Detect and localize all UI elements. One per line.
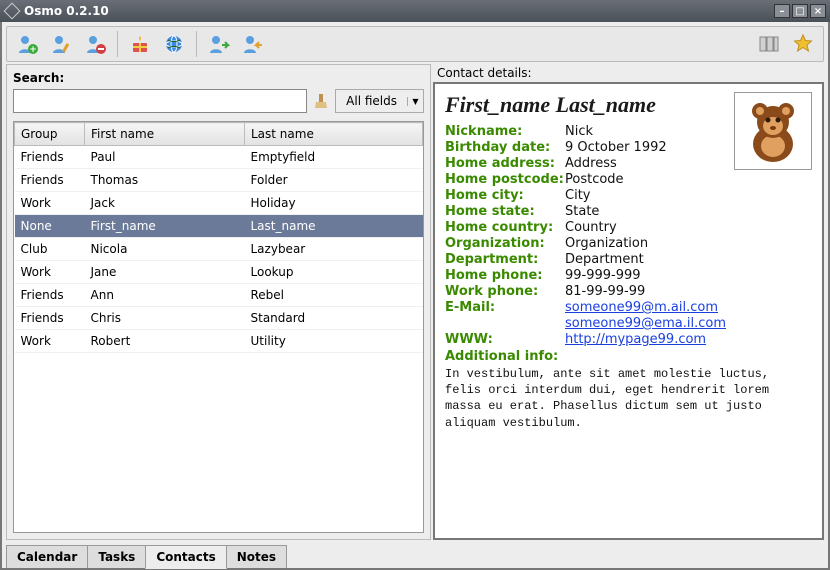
window-title: Osmo 0.2.10 (24, 4, 772, 18)
svg-text:+: + (29, 45, 37, 55)
maximize-button[interactable]: □ (792, 4, 808, 18)
detail-label: WWW: (445, 332, 565, 347)
detail-label: Home country: (445, 220, 565, 235)
www-link[interactable]: http://mypage99.com (565, 332, 706, 347)
add-contact-button[interactable]: + (13, 30, 41, 58)
col-first[interactable]: First name (85, 123, 245, 146)
search-input[interactable] (13, 89, 307, 113)
detail-label: Nickname: (445, 124, 565, 139)
col-last[interactable]: Last name (245, 123, 423, 146)
table-row[interactable]: FriendsChrisStandard (15, 307, 423, 330)
detail-value: City (565, 188, 812, 203)
contacts-table[interactable]: Group First name Last name FriendsPaulEm… (13, 121, 424, 533)
remove-contact-button[interactable] (81, 30, 109, 58)
close-button[interactable]: × (810, 4, 826, 18)
detail-value: Organization (565, 236, 812, 251)
search-label: Search: (13, 71, 424, 85)
email-link[interactable]: someone99@m.ail.com (565, 300, 718, 315)
toolbar: + (6, 26, 824, 62)
clear-search-button[interactable] (311, 91, 331, 111)
avatar (734, 92, 812, 170)
columns-button[interactable] (755, 30, 783, 58)
detail-value: 99-999-999 (565, 268, 812, 283)
contacts-list-pane: Search: All fields ▼ Group First name La… (6, 64, 431, 540)
details-panel-label: Contact details: (433, 64, 824, 82)
detail-label: Home phone: (445, 268, 565, 283)
detail-label: Department: (445, 252, 565, 267)
additional-info-text: In vestibulum, ante sit amet molestie lu… (445, 366, 805, 431)
additional-info-label: Additional info: (445, 349, 812, 364)
field-filter-label: All fields (336, 94, 407, 108)
export-button[interactable] (239, 30, 267, 58)
detail-value: Department (565, 252, 812, 267)
detail-label: Home postcode: (445, 172, 565, 187)
bottom-tabs: CalendarTasksContactsNotes (6, 542, 824, 568)
detail-label: E-Mail: (445, 300, 565, 315)
star-button[interactable] (789, 30, 817, 58)
minimize-button[interactable]: – (774, 4, 790, 18)
table-row[interactable]: FriendsPaulEmptyfield (15, 146, 423, 169)
detail-value: Postcode (565, 172, 812, 187)
tab-tasks[interactable]: Tasks (87, 545, 146, 568)
field-filter-dropdown[interactable]: All fields ▼ (335, 89, 424, 113)
table-row[interactable]: ClubNicolaLazybear (15, 238, 423, 261)
tab-calendar[interactable]: Calendar (6, 545, 88, 568)
detail-label: Home state: (445, 204, 565, 219)
contact-details-panel: First_name Last_name Nickname:NickBirthd… (433, 82, 824, 540)
window-titlebar: Osmo 0.2.10 – □ × (0, 0, 830, 22)
table-row[interactable]: FriendsAnnRebel (15, 284, 423, 307)
window-menu-icon[interactable] (4, 3, 21, 20)
table-row[interactable]: WorkJaneLookup (15, 261, 423, 284)
tab-contacts[interactable]: Contacts (145, 545, 226, 569)
detail-value: Country (565, 220, 812, 235)
import-button[interactable] (205, 30, 233, 58)
detail-label: Home address: (445, 156, 565, 171)
detail-label: Organization: (445, 236, 565, 251)
chevron-down-icon: ▼ (407, 97, 423, 106)
detail-label: Birthday date: (445, 140, 565, 155)
table-row[interactable]: FriendsThomasFolder (15, 169, 423, 192)
table-row[interactable]: WorkJackHoliday (15, 192, 423, 215)
detail-value: 81-99-99-99 (565, 284, 812, 299)
detail-label: Home city: (445, 188, 565, 203)
edit-contact-button[interactable] (47, 30, 75, 58)
col-group[interactable]: Group (15, 123, 85, 146)
detail-label: Work phone: (445, 284, 565, 299)
web-button[interactable] (160, 30, 188, 58)
detail-value: State (565, 204, 812, 219)
email-link[interactable]: someone99@ema.il.com (565, 316, 726, 331)
birthday-button[interactable] (126, 30, 154, 58)
table-row[interactable]: WorkRobertUtility (15, 330, 423, 353)
detail-value: someone99@m.ail.com (565, 300, 812, 315)
table-row[interactable]: NoneFirst_nameLast_name (15, 215, 423, 238)
tab-notes[interactable]: Notes (226, 545, 287, 568)
